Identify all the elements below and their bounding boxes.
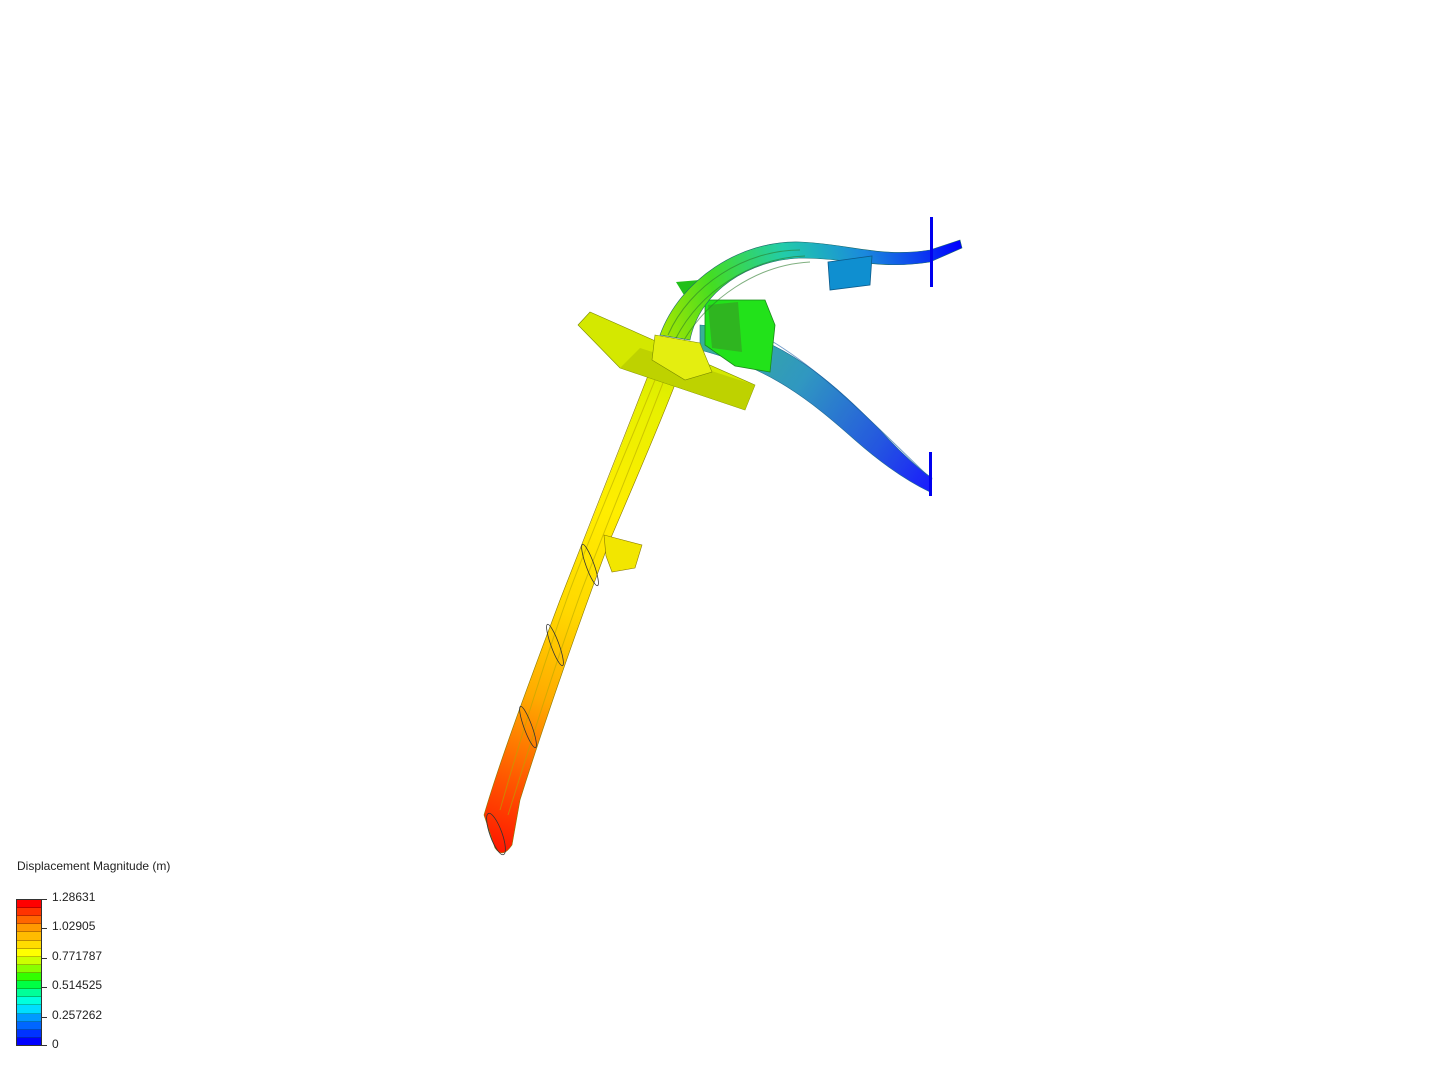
- legend-tick-mark: [42, 899, 47, 900]
- legend-color-band: [17, 972, 41, 982]
- legend-tick-mark: [42, 1045, 47, 1046]
- legend-tick-label: 0.257262: [52, 1008, 103, 1022]
- legend-color-band: [17, 940, 41, 949]
- legend-color-band: [17, 989, 41, 998]
- legend-tick-mark: [42, 928, 47, 929]
- legend-color-bar: [16, 899, 42, 1046]
- legend-tick-label: 0: [52, 1037, 59, 1051]
- lower-end-marker: [929, 452, 932, 496]
- shaft-bracket: [603, 534, 643, 573]
- legend-color-band: [17, 908, 41, 917]
- legend-color-band: [17, 1021, 41, 1030]
- legend-color-band: [17, 997, 41, 1006]
- legend-color-band: [17, 924, 41, 933]
- legend-color-band: [17, 956, 41, 965]
- simulation-viewport[interactable]: Displacement Magnitude (m) 1.28631 1.029…: [0, 0, 1440, 1080]
- displacement-model-render: [483, 217, 963, 856]
- main-shaft: [483, 339, 691, 854]
- legend-tick-mark: [42, 1017, 47, 1018]
- legend-color-band: [17, 1029, 41, 1038]
- legend-title: Displacement Magnitude (m): [17, 859, 171, 873]
- upper-end-marker: [930, 217, 933, 287]
- legend-color-band: [17, 916, 41, 925]
- legend-color-band: [17, 932, 41, 941]
- legend-tick-label: 1.02905: [52, 919, 96, 933]
- legend-tick-label: 0.771787: [52, 949, 103, 963]
- legend-tick-label: 0.514525: [52, 978, 103, 992]
- legend-color-band: [17, 1013, 41, 1022]
- legend-tick-mark: [42, 958, 47, 959]
- legend-color-band: [17, 1037, 41, 1045]
- legend-color-band: [17, 964, 41, 973]
- legend-color-band: [17, 948, 41, 957]
- legend-color-band: [17, 981, 41, 990]
- legend-color-band: [17, 1005, 41, 1014]
- legend-tick-label: 1.28631: [52, 890, 96, 904]
- legend-color-band: [17, 900, 41, 909]
- upper-clip: [827, 255, 873, 291]
- legend-tick-mark: [42, 987, 47, 988]
